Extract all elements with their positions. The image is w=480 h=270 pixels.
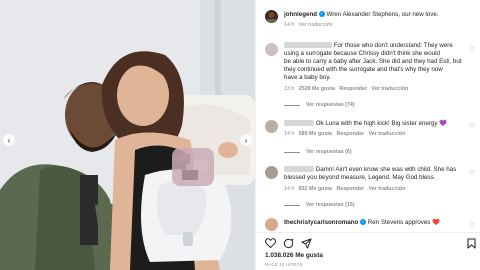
comment-meta: 14 h 832 Me gusta Responder Ver traducci… <box>284 185 405 193</box>
previous-photo-button[interactable]: ‹ <box>3 134 15 146</box>
reply-button[interactable]: Responder <box>336 186 364 192</box>
reply-button[interactable]: Responder <box>339 86 367 92</box>
chevron-left-icon: ‹ <box>7 135 11 145</box>
see-translation-button[interactable]: Ver traducción <box>369 131 406 137</box>
comment-like-heart-icon[interactable]: ♡ <box>469 46 475 53</box>
caption-meta: 14 h Ver traducción <box>284 21 333 29</box>
comment-likes[interactable]: 832 Me gusta <box>299 186 332 192</box>
purple-heart-emoji: 💜 <box>439 120 447 127</box>
comment-likes[interactable]: 589 Me gusta <box>299 131 332 137</box>
commenter-avatar[interactable] <box>265 120 278 133</box>
comment-line: have a baby boy. <box>284 74 331 81</box>
hidden-username[interactable] <box>284 120 314 127</box>
author-username[interactable]: johnlegend <box>284 11 317 18</box>
comment-line: they continued with the surrogate and th… <box>284 66 443 73</box>
comment-icon[interactable] <box>283 238 294 249</box>
comment-text: Ok Luna with the high kick! Big sister e… <box>315 120 438 127</box>
comment-line: For those who don't understand: They wer… <box>284 42 453 50</box>
photo-illustration <box>0 0 255 270</box>
see-translation-button[interactable]: Ver traducción <box>371 86 408 92</box>
hidden-username[interactable] <box>284 166 314 173</box>
chevron-right-icon: › <box>244 135 248 145</box>
see-translation-button[interactable]: Ver traducción <box>369 186 406 192</box>
commenter-avatar[interactable] <box>265 218 278 231</box>
view-replies-button[interactable]: Ver respuestas (74) <box>306 101 355 109</box>
verified-icon: ✓ <box>360 219 367 226</box>
comment-like-heart-icon[interactable]: ♡ <box>469 170 475 177</box>
comment-time: 14 h <box>284 131 295 137</box>
action-bar-divider <box>256 232 480 233</box>
post-time-ago: HACE 14 HORAS <box>265 262 303 267</box>
view-replies-button[interactable]: Ver respuestas (15) <box>306 201 355 209</box>
comment-text: For those who don't understand: They wer… <box>333 42 453 49</box>
comment-line: using a surrogate because Chrissy didn't… <box>284 50 440 57</box>
hidden-username[interactable] <box>284 42 332 49</box>
next-photo-button[interactable]: › <box>240 134 252 146</box>
comments-panel: johnlegend ✓ Wren Alexander Stephens, ou… <box>255 0 480 270</box>
share-icon[interactable] <box>301 238 312 249</box>
caption-line: johnlegend ✓ Wren Alexander Stephens, ou… <box>284 11 438 19</box>
comment-time: 14 h <box>284 186 295 192</box>
commenter-avatar[interactable] <box>265 166 278 179</box>
comment-line: be able to carry a baby after Jack. She … <box>284 58 462 65</box>
caption-time: 14 h <box>284 22 295 28</box>
comment-likes[interactable]: 2528 Me gusta <box>299 86 335 92</box>
red-heart-emoji: ❤️ <box>432 219 440 226</box>
comment-username[interactable]: thechristycarlsonromano <box>284 219 358 226</box>
comment-meta: 14 h 589 Me gusta Responder Ver traducci… <box>284 130 405 138</box>
comment-time: 13 h <box>284 86 295 92</box>
heart-icon[interactable] <box>265 238 276 248</box>
comment-like-heart-icon[interactable]: ♡ <box>469 222 475 229</box>
avatar-image <box>267 12 276 23</box>
caption-text: Wren Alexander Stephens, our new love. <box>326 11 439 18</box>
reply-button[interactable]: Responder <box>336 131 364 137</box>
comment-text: Damn! Ain't even know she was with child… <box>315 166 457 173</box>
caption-see-translation[interactable]: Ver traducción <box>299 22 333 28</box>
view-replies-button[interactable]: Ver respuestas (6) <box>306 148 352 156</box>
commenter-avatar[interactable] <box>265 43 278 56</box>
instagram-post-viewer: ‹ › johnlegend ✓ Wren Alexander Stephens… <box>0 0 480 270</box>
comment-meta: 13 h 2528 Me gusta Responder Ver traducc… <box>284 85 408 93</box>
verified-icon: ✓ <box>318 11 325 18</box>
comment-line: Ok Luna with the high kick! Big sister e… <box>284 120 447 128</box>
post-likes-count[interactable]: 1.038.026 Me gusta <box>265 252 323 260</box>
replies-divider <box>284 152 300 153</box>
post-photo: ‹ › <box>0 0 255 270</box>
comment-line: Damn! Ain't even know she was with child… <box>284 166 456 174</box>
comment-line: thechristycarlsonromano ✓ Ren Stevens ap… <box>284 219 440 227</box>
replies-divider <box>284 205 300 206</box>
bookmark-icon[interactable] <box>467 238 476 249</box>
replies-divider <box>284 105 300 106</box>
comment-text: Ren Stevens approves <box>367 219 431 226</box>
author-avatar[interactable] <box>265 10 278 23</box>
comment-line: blessed you beyond measure, Legend. May … <box>284 174 436 181</box>
comment-like-heart-icon[interactable]: ♡ <box>469 123 475 130</box>
